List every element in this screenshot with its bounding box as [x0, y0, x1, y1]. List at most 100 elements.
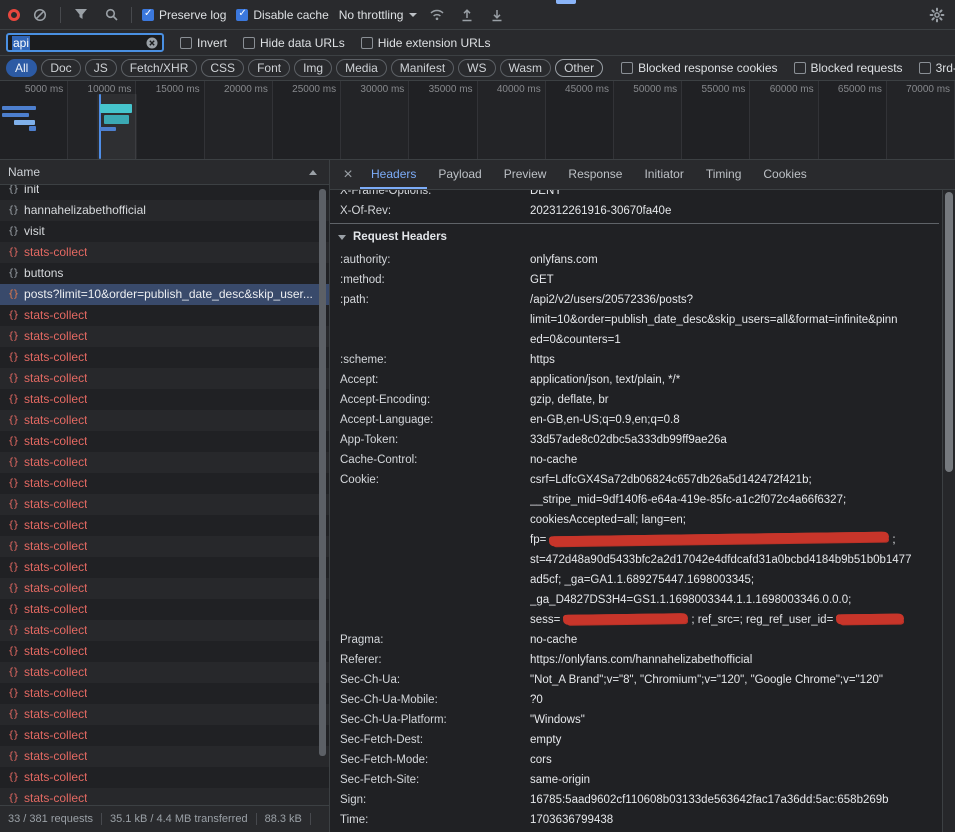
- request-row[interactable]: {}stats-collect: [0, 641, 329, 662]
- filter-chip-css[interactable]: CSS: [201, 59, 244, 77]
- throttling-select[interactable]: No throttling: [339, 8, 418, 22]
- request-row[interactable]: {}stats-collect: [0, 515, 329, 536]
- header-value: 202312261916-30670fa40e: [530, 201, 939, 221]
- request-row[interactable]: {}stats-collect: [0, 305, 329, 326]
- top-accent-strip: [556, 0, 576, 4]
- request-row[interactable]: {}stats-collect: [0, 536, 329, 557]
- request-headers-section-header[interactable]: Request Headers: [330, 224, 939, 250]
- request-row[interactable]: {}stats-collect: [0, 410, 329, 431]
- header-value-line: 1703636799438: [530, 810, 939, 830]
- tab-preview[interactable]: Preview: [493, 160, 558, 189]
- header-row: Pragma:no-cache: [330, 630, 939, 650]
- header-value: cors: [530, 750, 939, 770]
- blocked-requests-checkbox[interactable]: Blocked requests: [794, 61, 903, 75]
- name-column-header[interactable]: Name: [0, 160, 329, 185]
- record-button[interactable]: [8, 9, 20, 21]
- preserve-log-checkbox[interactable]: Preserve log: [142, 8, 226, 22]
- request-row[interactable]: {}stats-collect: [0, 578, 329, 599]
- tab-response[interactable]: Response: [557, 160, 633, 189]
- header-name: :scheme:: [330, 350, 530, 370]
- request-row[interactable]: {}stats-collect: [0, 767, 329, 788]
- request-row[interactable]: {}stats-collect: [0, 788, 329, 805]
- har-download-icon[interactable]: [487, 5, 507, 25]
- filter-chip-doc[interactable]: Doc: [41, 59, 80, 77]
- request-row[interactable]: {}stats-collect: [0, 326, 329, 347]
- checkbox-box: [243, 37, 255, 49]
- header-value: https://onlyfans.com/hannahelizabethoffi…: [530, 650, 939, 670]
- filter-chip-ws[interactable]: WS: [458, 59, 495, 77]
- tab-initiator[interactable]: Initiator: [633, 160, 694, 189]
- header-value-line: en-GB,en-US;q=0.9,en;q=0.8: [530, 410, 939, 430]
- har-upload-icon[interactable]: [457, 5, 477, 25]
- filter-chip-wasm[interactable]: Wasm: [500, 59, 552, 77]
- request-row[interactable]: {}stats-collect: [0, 242, 329, 263]
- header-value-line: no-cache: [530, 450, 939, 470]
- network-toolbar: Preserve log Disable cache No throttling: [0, 0, 955, 30]
- filter-chip-other[interactable]: Other: [555, 59, 603, 77]
- tab-payload[interactable]: Payload: [427, 160, 492, 189]
- filter-chip-js[interactable]: JS: [85, 59, 117, 77]
- request-row[interactable]: {}stats-collect: [0, 473, 329, 494]
- request-row[interactable]: {}stats-collect: [0, 452, 329, 473]
- settings-gear-icon[interactable]: [927, 5, 947, 25]
- hide-extension-urls-label: Hide extension URLs: [378, 36, 491, 50]
- hide-data-urls-checkbox[interactable]: Hide data URLs: [243, 36, 345, 50]
- request-row[interactable]: {}stats-collect: [0, 746, 329, 767]
- header-value-line: 16785:5aad9602cf110608b03133de563642fac1…: [530, 790, 939, 810]
- request-row[interactable]: {}stats-collect: [0, 704, 329, 725]
- clear-filter-icon[interactable]: [146, 37, 158, 49]
- 3rd-party-requests-checkbox[interactable]: 3rd-party requests: [919, 61, 955, 75]
- filter-chip-manifest[interactable]: Manifest: [391, 59, 454, 77]
- request-list-scrollbar[interactable]: [319, 187, 326, 803]
- header-row: Accept-Language:en-GB,en-US;q=0.9,en;q=0…: [330, 410, 939, 430]
- scroll-up-arrow-icon[interactable]: [309, 170, 317, 175]
- request-row[interactable]: {}stats-collect: [0, 347, 329, 368]
- filter-icon[interactable]: [71, 5, 91, 25]
- network-conditions-icon[interactable]: [427, 5, 447, 25]
- clear-network-log-icon[interactable]: [30, 5, 50, 25]
- waterfall-bar: [29, 126, 36, 131]
- hide-extension-urls-checkbox[interactable]: Hide extension URLs: [361, 36, 491, 50]
- invert-checkbox[interactable]: Invert: [180, 36, 227, 50]
- request-row[interactable]: {}stats-collect: [0, 368, 329, 389]
- request-row[interactable]: {}stats-collect: [0, 620, 329, 641]
- request-row[interactable]: {}stats-collect: [0, 431, 329, 452]
- filter-chip-img[interactable]: Img: [294, 59, 332, 77]
- tab-timing[interactable]: Timing: [695, 160, 753, 189]
- filter-chip-font[interactable]: Font: [248, 59, 290, 77]
- request-row[interactable]: {}stats-collect: [0, 683, 329, 704]
- request-row[interactable]: {}posts?limit=10&order=publish_date_desc…: [0, 284, 329, 305]
- request-row[interactable]: {}stats-collect: [0, 662, 329, 683]
- blocked-response-cookies-checkbox[interactable]: Blocked response cookies: [621, 61, 777, 75]
- filter-chip-all[interactable]: All: [6, 59, 37, 77]
- tab-cookies[interactable]: Cookies: [752, 160, 817, 189]
- details-scrollbar[interactable]: [942, 190, 955, 832]
- request-row[interactable]: {}stats-collect: [0, 494, 329, 515]
- header-name: Sec-Fetch-Mode:: [330, 750, 530, 770]
- request-row[interactable]: {}init: [0, 185, 329, 200]
- network-filter-input[interactable]: api: [6, 33, 164, 52]
- request-row[interactable]: {}stats-collect: [0, 389, 329, 410]
- request-row[interactable]: {}stats-collect: [0, 557, 329, 578]
- scrollbar-thumb[interactable]: [319, 189, 326, 756]
- scrollbar-thumb[interactable]: [945, 192, 953, 472]
- timeline-overview[interactable]: 5000 ms10000 ms15000 ms20000 ms25000 ms3…: [0, 81, 955, 160]
- request-row[interactable]: {}hannahelizabethofficial: [0, 200, 329, 221]
- header-value-line: no-cache: [530, 630, 939, 650]
- tab-headers[interactable]: Headers: [360, 160, 427, 189]
- fetch-icon: {}: [8, 221, 18, 242]
- request-row[interactable]: {}visit: [0, 221, 329, 242]
- search-icon[interactable]: [101, 5, 121, 25]
- details-tab-bar: × HeadersPayloadPreviewResponseInitiator…: [330, 160, 955, 190]
- request-row[interactable]: {}stats-collect: [0, 725, 329, 746]
- close-icon[interactable]: ×: [336, 160, 360, 189]
- filter-chip-fetch-xhr[interactable]: Fetch/XHR: [121, 59, 198, 77]
- disable-cache-checkbox[interactable]: Disable cache: [236, 8, 328, 22]
- filter-chip-media[interactable]: Media: [336, 59, 387, 77]
- checkbox-box: [180, 37, 192, 49]
- request-name: stats-collect: [24, 641, 87, 662]
- request-row[interactable]: {}stats-collect: [0, 599, 329, 620]
- toolbar-divider: [131, 7, 132, 23]
- fetch-icon: {}: [8, 185, 18, 200]
- request-row[interactable]: {}buttons: [0, 263, 329, 284]
